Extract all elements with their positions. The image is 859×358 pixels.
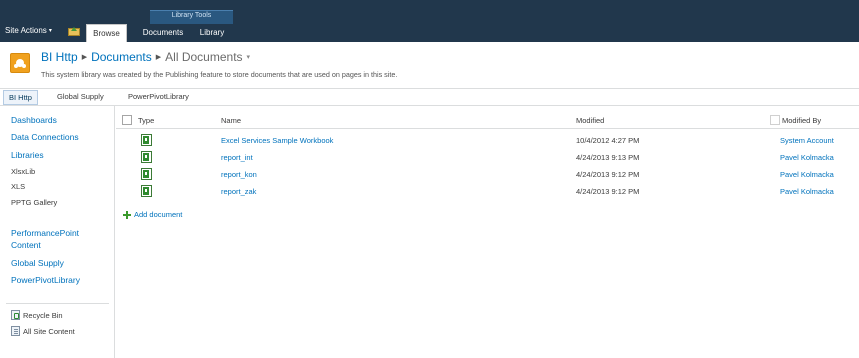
library-tools-label: Library Tools: [171, 12, 212, 19]
modified-date: 4/24/2013 9:12 PM: [576, 170, 640, 179]
modified-by-link[interactable]: System Account: [780, 136, 834, 145]
table-row[interactable]: report_kon 4/24/2013 9:12 PM Pavel Kolma…: [116, 166, 859, 183]
tab-library[interactable]: Library: [195, 24, 229, 42]
column-filter-checkbox[interactable]: [770, 115, 780, 125]
excel-icon: [141, 151, 152, 163]
site-logo-icon[interactable]: [10, 53, 30, 73]
library-tools-group: Library Tools: [150, 10, 233, 24]
document-name-link[interactable]: report_int: [221, 153, 253, 162]
breadcrumb-separator-icon: ▶: [81, 54, 88, 61]
navigate-up-icon[interactable]: [68, 25, 80, 36]
page-description: This system library was created by the P…: [41, 70, 398, 79]
modified-by-link[interactable]: Pavel Kolmacka: [780, 170, 834, 179]
nav-libraries[interactable]: Libraries: [11, 150, 44, 160]
breadcrumb-separator-icon: ▶: [155, 54, 162, 61]
column-header-type[interactable]: Type: [138, 116, 154, 125]
modified-by-link[interactable]: Pavel Kolmacka: [780, 153, 834, 162]
chevron-down-icon[interactable]: ▾: [247, 53, 251, 61]
nav-pptg-gallery[interactable]: PPTG Gallery: [11, 198, 57, 207]
add-document-label: Add document: [134, 210, 183, 219]
breadcrumb-library-link[interactable]: Documents: [91, 50, 152, 64]
modified-by-link[interactable]: Pavel Kolmacka: [780, 187, 834, 196]
tab-documents-label: Documents: [142, 28, 184, 37]
list-header: Type Name Modified Modified By: [116, 112, 859, 129]
site-actions-menu[interactable]: Site Actions ▾: [5, 26, 52, 35]
nav-recycle-bin[interactable]: Recycle Bin: [11, 310, 63, 320]
column-header-name[interactable]: Name: [221, 116, 241, 125]
topnav-item-powerpivotlibrary[interactable]: PowerPivotLibrary: [128, 92, 189, 101]
ribbon: Library Tools Site Actions ▾ Browse Docu…: [0, 0, 859, 42]
nav-recycle-bin-label: Recycle Bin: [23, 310, 63, 320]
nav-powerpivotlibrary[interactable]: PowerPivotLibrary: [11, 275, 80, 285]
nav-performancepoint-line1[interactable]: PerformancePoint: [11, 228, 79, 238]
modified-date: 10/4/2012 4:27 PM: [576, 136, 640, 145]
chevron-down-icon: ▾: [48, 28, 52, 34]
topnav-item-bi-http[interactable]: BI Http: [3, 90, 38, 105]
nav-xlsxlib[interactable]: XlsxLib: [11, 167, 35, 176]
document-name-link[interactable]: report_kon: [221, 170, 257, 179]
quick-launch: Dashboards Data Connections Libraries Xl…: [0, 106, 115, 358]
top-link-bar: BI Http Global Supply PowerPivotLibrary: [0, 88, 859, 106]
modified-date: 4/24/2013 9:13 PM: [576, 153, 640, 162]
column-header-modified-by[interactable]: Modified By: [782, 116, 821, 125]
topnav-item-global-supply[interactable]: Global Supply: [57, 92, 104, 101]
table-row[interactable]: report_int 4/24/2013 9:13 PM Pavel Kolma…: [116, 149, 859, 166]
tab-browse-label: Browse: [93, 29, 120, 38]
nav-divider: [6, 303, 109, 304]
tab-browse[interactable]: Browse: [86, 24, 127, 42]
tab-documents[interactable]: Documents: [136, 24, 190, 42]
breadcrumb: BI Http ▶ Documents ▶ All Documents ▾: [41, 50, 250, 64]
all-site-content-icon: [11, 326, 20, 336]
nav-data-connections[interactable]: Data Connections: [11, 132, 79, 142]
nav-xls[interactable]: XLS: [11, 182, 25, 191]
breadcrumb-site-link[interactable]: BI Http: [41, 50, 78, 64]
recycle-bin-icon: [11, 310, 20, 320]
nav-global-supply[interactable]: Global Supply: [11, 258, 64, 268]
select-all-checkbox[interactable]: [122, 115, 132, 125]
nav-performancepoint-line2[interactable]: Content: [11, 240, 41, 250]
modified-date: 4/24/2013 9:12 PM: [576, 187, 640, 196]
title-area: BI Http ▶ Documents ▶ All Documents ▾ Th…: [0, 42, 859, 88]
add-document-link[interactable]: Add document: [123, 210, 182, 219]
nav-dashboards[interactable]: Dashboards: [11, 115, 57, 125]
table-row[interactable]: report_zak 4/24/2013 9:12 PM Pavel Kolma…: [116, 183, 859, 200]
document-list: Type Name Modified Modified By Excel Ser…: [116, 106, 859, 358]
document-name-link[interactable]: Excel Services Sample Workbook: [221, 136, 333, 145]
excel-icon: [141, 134, 152, 146]
nav-all-site-content[interactable]: All Site Content: [11, 326, 75, 336]
plus-icon: [123, 210, 131, 219]
column-header-modified[interactable]: Modified: [576, 116, 604, 125]
document-name-link[interactable]: report_zak: [221, 187, 256, 196]
table-row[interactable]: Excel Services Sample Workbook 10/4/2012…: [116, 132, 859, 149]
site-actions-label: Site Actions: [5, 26, 47, 35]
excel-icon: [141, 168, 152, 180]
nav-all-site-content-label: All Site Content: [23, 326, 75, 336]
view-selector[interactable]: All Documents: [165, 50, 242, 64]
excel-icon: [141, 185, 152, 197]
tab-library-label: Library: [199, 28, 225, 37]
